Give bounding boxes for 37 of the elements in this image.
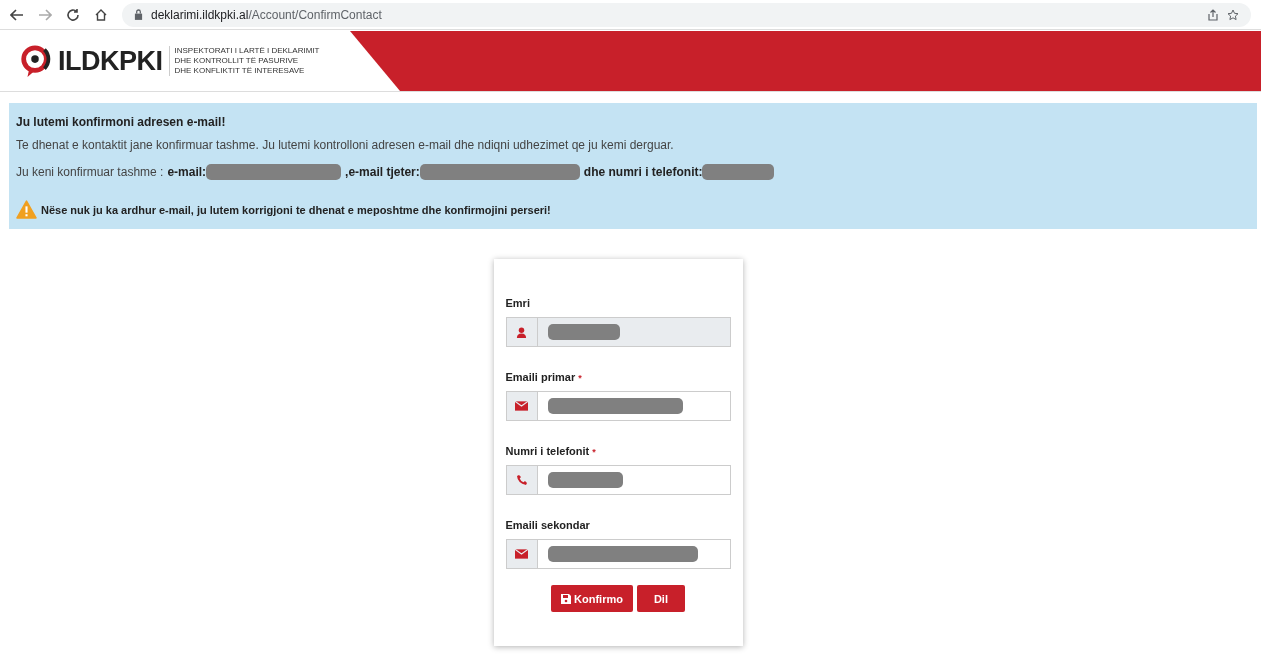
address-bar[interactable]: deklarimi.ildkpki.al/Account/ConfirmContact	[122, 2, 1251, 27]
reload-icon[interactable]	[66, 7, 80, 22]
confirmed-label: dhe numri i telefonit:	[583, 165, 703, 179]
required-mark: *	[592, 447, 596, 457]
organization-name: DHE KONTROLLIT TË PASURIVE	[174, 56, 300, 66]
input-field[interactable]	[505, 539, 731, 569]
field-label: Emri	[505, 297, 530, 309]
home-icon[interactable]	[94, 7, 108, 22]
required-mark: *	[578, 373, 582, 383]
action-button[interactable]: Konfirmo	[551, 585, 633, 612]
organization-name: DHE KONFLIKTIT TË INTERESAVE	[174, 66, 306, 76]
field-label: Emaili sekondar	[505, 519, 590, 531]
field-label: Emaili primar	[505, 371, 576, 383]
input-field[interactable]	[505, 391, 731, 421]
user-icon	[516, 326, 527, 338]
input-field[interactable]	[505, 465, 731, 495]
organization-name: INSPEKTORATI I LARTË I DEKLARIMIT	[174, 46, 320, 56]
warning-icon	[16, 200, 37, 219]
warning-text: Nëse nuk ju ka ardhur e-mail, ju lutem korrigjoni te dhenat e meposhtme dhe konfirmojini perseri!	[41, 203, 551, 216]
confirmed-label: ,e-mail tjeter:	[345, 165, 420, 179]
alert-message: Te dhenat e kontaktit jane konfirmuar tashme. Ju lutemi kontrolloni adresen e-mail dhe ndiqni udhezimet qe ju kemi derguar.	[16, 138, 675, 152]
share-icon[interactable]	[1207, 8, 1219, 21]
back-icon[interactable]	[10, 7, 24, 22]
logo-text: ILDKPKI	[58, 45, 163, 77]
mail-icon	[515, 401, 528, 411]
input-field[interactable]	[505, 317, 731, 347]
phone-icon	[515, 474, 528, 486]
star-icon[interactable]	[1227, 8, 1239, 21]
lock-icon	[134, 9, 143, 20]
save-icon	[561, 593, 572, 604]
confirmed-text: Ju keni konfirmuar tashme :	[16, 165, 164, 179]
field-label: Numri i telefonit	[505, 445, 590, 457]
action-button[interactable]: Dil	[636, 585, 685, 612]
confirmed-label: e-mail:	[167, 165, 207, 179]
logo-icon	[18, 44, 52, 78]
mail-icon	[515, 549, 528, 559]
alert-title: Ju lutemi konfirmoni adresen e-mail!	[16, 115, 227, 129]
